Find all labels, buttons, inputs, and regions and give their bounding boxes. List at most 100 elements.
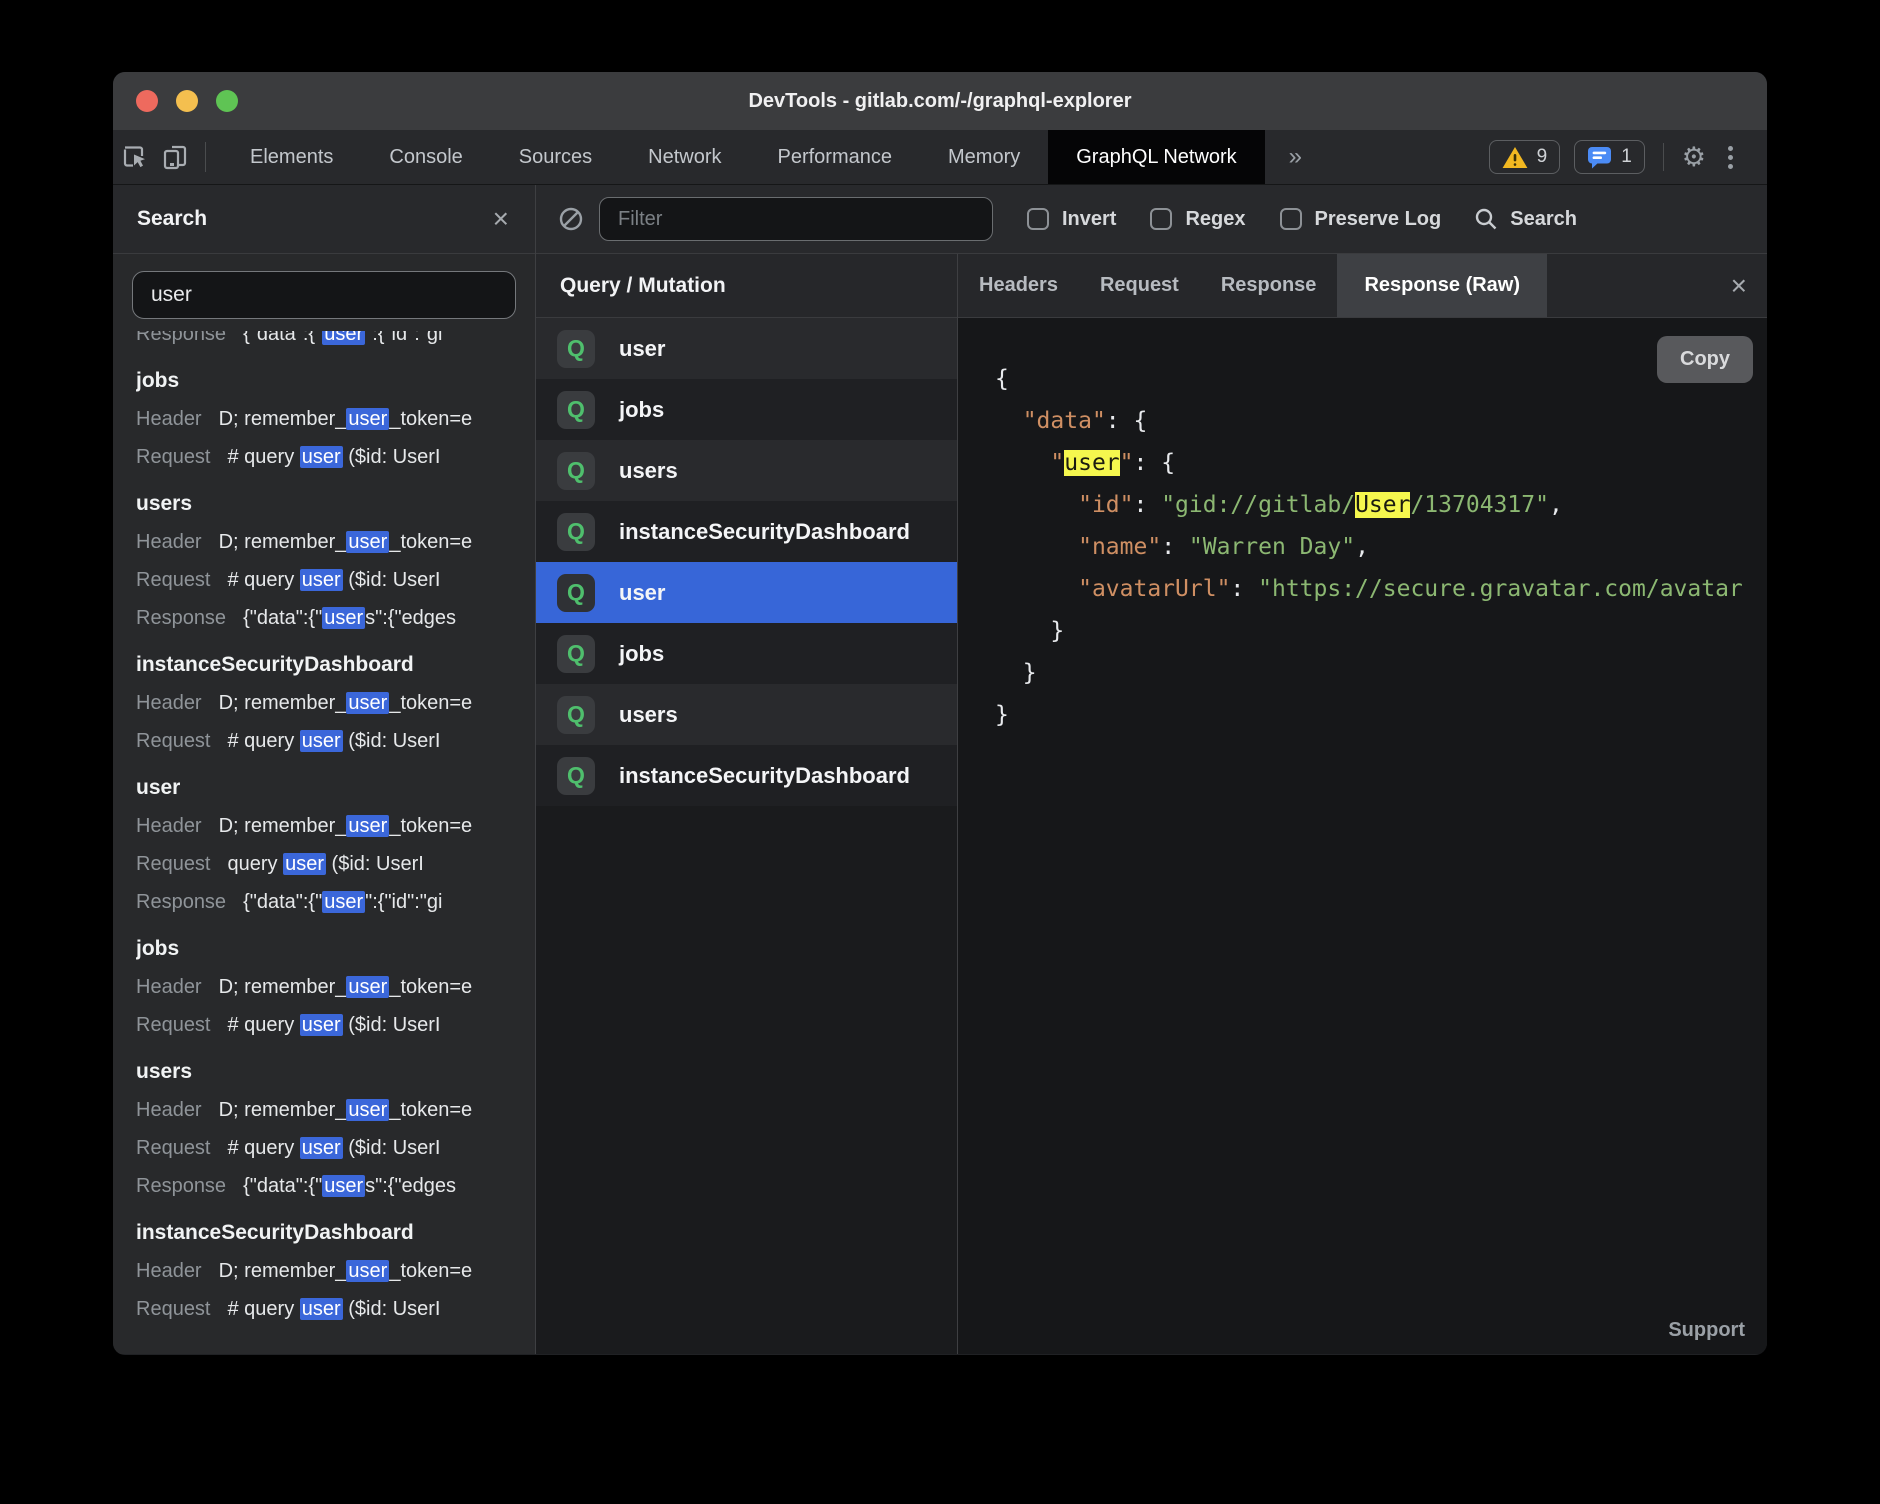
tab-response-raw[interactable]: Response (Raw) xyxy=(1337,254,1547,317)
query-type-badge: Q xyxy=(557,391,595,429)
text-run: _token=e xyxy=(389,531,472,553)
tab-request[interactable]: Request xyxy=(1079,254,1200,317)
query-list-item[interactable]: Qjobs xyxy=(536,623,957,684)
device-toolbar-button[interactable] xyxy=(155,130,197,184)
search-result-row[interactable]: HeaderD; remember_user_token=e xyxy=(136,807,535,845)
search-panel-close-button[interactable]: × xyxy=(493,205,509,233)
text-run: ($id: UserI xyxy=(343,569,441,591)
checkbox-box[interactable] xyxy=(1027,208,1049,230)
tab-performance[interactable]: Performance xyxy=(750,130,921,184)
main-tabs: ElementsConsoleSourcesNetworkPerformance… xyxy=(222,130,1265,184)
search-result-text: # query user ($id: UserI xyxy=(228,730,441,752)
search-input[interactable] xyxy=(132,271,516,319)
query-list: QuserQjobsQusersQinstanceSecurityDashboa… xyxy=(536,318,957,806)
checkbox-box[interactable] xyxy=(1280,208,1302,230)
checkbox-preserve-log[interactable]: Preserve Log xyxy=(1280,208,1442,231)
search-result-field-label: Header xyxy=(136,1099,202,1121)
search-result-row[interactable]: Request# query user ($id: UserI xyxy=(136,1290,535,1328)
search-result-text: {"data":{"user":{"id":"gi xyxy=(243,331,442,345)
minimize-window-button[interactable] xyxy=(176,90,198,112)
search-result-section[interactable]: instanceSecurityDashboard xyxy=(136,646,535,684)
search-result-text: D; remember_user_token=e xyxy=(219,815,473,837)
query-list-item[interactable]: Qjobs xyxy=(536,379,957,440)
query-list-item[interactable]: QinstanceSecurityDashboard xyxy=(536,501,957,562)
search-highlight: user xyxy=(322,1175,365,1197)
query-type-badge: Q xyxy=(557,513,595,551)
search-result-row[interactable]: Response{"data":{"user":{"id":"gi xyxy=(136,331,535,353)
search-result-row[interactable]: Request# query user ($id: UserI xyxy=(136,438,535,476)
search-result-row[interactable]: HeaderD; remember_user_token=e xyxy=(136,684,535,722)
checkbox-invert[interactable]: Invert xyxy=(1027,208,1116,231)
warnings-badge[interactable]: 9 xyxy=(1489,140,1561,174)
search-result-row[interactable]: HeaderD; remember_user_token=e xyxy=(136,523,535,561)
tab-headers[interactable]: Headers xyxy=(958,254,1079,317)
tab-sources[interactable]: Sources xyxy=(491,130,620,184)
support-link[interactable]: Support xyxy=(1668,1319,1745,1342)
json-token: : xyxy=(1230,576,1258,602)
search-result-row[interactable]: Request# query user ($id: UserI xyxy=(136,1129,535,1167)
text-run: ($id: UserI xyxy=(326,853,424,875)
search-result-row[interactable]: HeaderD; remember_user_token=e xyxy=(136,968,535,1006)
query-list-item-selected[interactable]: Quser xyxy=(536,562,957,623)
query-list-item[interactable]: Qusers xyxy=(536,684,957,745)
search-result-section[interactable]: jobs xyxy=(136,930,535,968)
checkbox-box[interactable] xyxy=(1150,208,1172,230)
search-result-row[interactable]: HeaderD; remember_user_token=e xyxy=(136,1091,535,1129)
json-token: "Warren Day" xyxy=(1189,534,1355,560)
tab-response[interactable]: Response xyxy=(1200,254,1338,317)
filter-input[interactable] xyxy=(599,197,993,241)
response-tabs: HeadersRequestResponseResponse (Raw) × xyxy=(958,254,1767,318)
search-result-section[interactable]: instanceSecurityDashboard xyxy=(136,1214,535,1252)
search-result-row[interactable]: Requestquery user ($id: UserI xyxy=(136,845,535,883)
search-result-text: {"data":{"user":{"id":"gi xyxy=(243,891,442,913)
text-run: # query xyxy=(228,1014,300,1036)
query-type-badge: Q xyxy=(557,452,595,490)
search-result-text: # query user ($id: UserI xyxy=(228,1137,441,1159)
query-label: jobs xyxy=(619,641,664,667)
search-result-row[interactable]: Response{"data":{"users":{"edges xyxy=(136,599,535,637)
response-close-button[interactable]: × xyxy=(1711,254,1767,317)
clear-filter-button[interactable] xyxy=(556,204,586,234)
text-run: _token=e xyxy=(389,815,472,837)
search-result-section[interactable]: jobs xyxy=(136,362,535,400)
query-list-item[interactable]: QinstanceSecurityDashboard xyxy=(536,745,957,806)
block-icon xyxy=(556,204,586,234)
search-result-section[interactable]: users xyxy=(136,1053,535,1091)
search-highlight: user xyxy=(283,853,326,875)
tab-graphql-network[interactable]: GraphQL Network xyxy=(1048,130,1264,184)
search-result-row[interactable]: Request# query user ($id: UserI xyxy=(136,722,535,760)
search-result-row[interactable]: Request# query user ($id: UserI xyxy=(136,1006,535,1044)
tab-elements[interactable]: Elements xyxy=(222,130,361,184)
inspect-element-button[interactable] xyxy=(113,130,155,184)
json-token: "data" xyxy=(1023,408,1106,434)
query-label: users xyxy=(619,458,678,484)
message-bubble-icon xyxy=(1587,146,1612,169)
toolbar-divider xyxy=(205,142,206,172)
search-result-row[interactable]: Response{"data":{"users":{"edges xyxy=(136,1167,535,1205)
text-run: D; remember_ xyxy=(219,531,347,553)
query-list-item[interactable]: Qusers xyxy=(536,440,957,501)
search-result-row[interactable]: HeaderD; remember_user_token=e xyxy=(136,400,535,438)
search-toggle[interactable]: Search xyxy=(1473,206,1577,232)
tab-network[interactable]: Network xyxy=(620,130,749,184)
settings-button[interactable]: ⚙ xyxy=(1682,144,1706,171)
search-result-row[interactable]: Request# query user ($id: UserI xyxy=(136,561,535,599)
search-result-row[interactable]: Response{"data":{"user":{"id":"gi xyxy=(136,883,535,921)
maximize-window-button[interactable] xyxy=(216,90,238,112)
search-panel-title: Search xyxy=(137,207,207,231)
search-result-row[interactable]: HeaderD; remember_user_token=e xyxy=(136,1252,535,1290)
warnings-count: 9 xyxy=(1537,146,1548,168)
search-result-section[interactable]: users xyxy=(136,485,535,523)
more-tabs-button[interactable]: » xyxy=(1265,130,1326,184)
close-window-button[interactable] xyxy=(136,90,158,112)
tab-console[interactable]: Console xyxy=(361,130,490,184)
tab-memory[interactable]: Memory xyxy=(920,130,1048,184)
copy-button[interactable]: Copy xyxy=(1657,336,1753,383)
response-tabs-list: HeadersRequestResponseResponse (Raw) xyxy=(958,254,1547,317)
customize-menu-button[interactable] xyxy=(1720,146,1741,169)
panel-columns: Query / Mutation QuserQjobsQusersQinstan… xyxy=(536,254,1767,1354)
messages-badge[interactable]: 1 xyxy=(1574,140,1645,174)
query-list-item[interactable]: Quser xyxy=(536,318,957,379)
search-result-section[interactable]: user xyxy=(136,769,535,807)
checkbox-regex[interactable]: Regex xyxy=(1150,208,1245,231)
